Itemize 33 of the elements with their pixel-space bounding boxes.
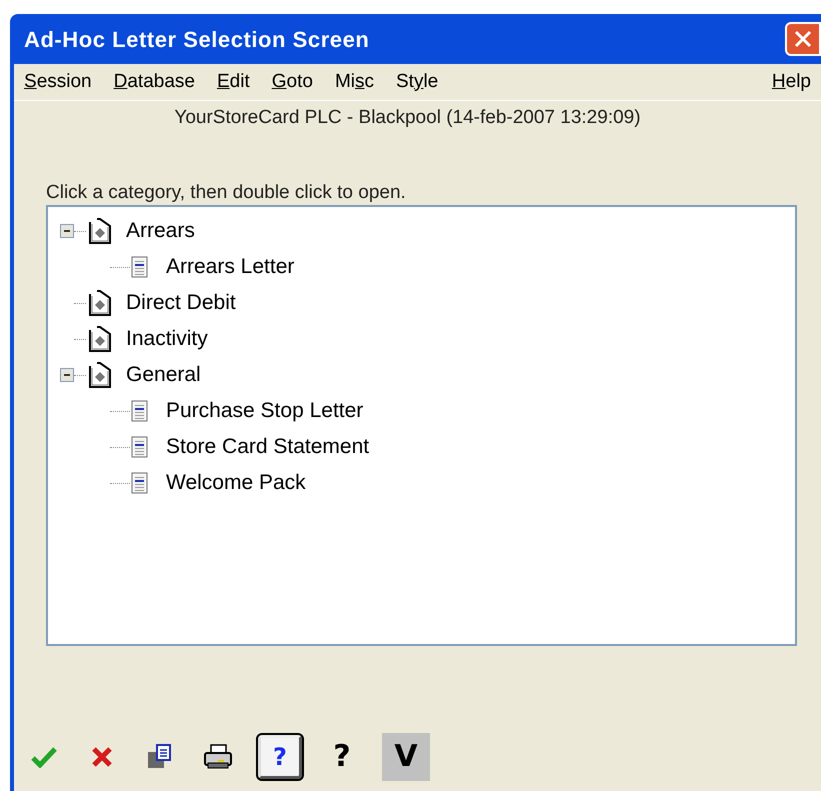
close-icon <box>91 746 113 768</box>
document-icon <box>130 399 150 423</box>
version-button[interactable]: V <box>382 733 430 781</box>
window-title: Ad-Hoc Letter Selection Screen <box>24 26 370 54</box>
category-item[interactable]: Inactivity <box>126 323 208 355</box>
printer-icon <box>202 743 234 771</box>
menu-item[interactable]: Edit <box>216 68 250 96</box>
menu-item[interactable]: Help <box>772 68 811 96</box>
document-icon <box>130 471 150 495</box>
question-button[interactable]: ? <box>324 739 360 775</box>
menu-item[interactable]: Session <box>24 68 92 96</box>
menu-item[interactable]: Misc <box>334 68 374 96</box>
menu-item[interactable]: Goto <box>272 68 313 96</box>
letter-item[interactable]: Welcome Pack <box>166 467 306 499</box>
menu-item[interactable]: Database <box>114 68 195 96</box>
header-text: YourStoreCard PLC - Blackpool (14-feb-2007 13:29:09) <box>174 106 642 130</box>
collapse-button[interactable] <box>60 368 74 382</box>
document-icon <box>130 255 150 279</box>
check-icon <box>31 746 57 768</box>
document-icon <box>130 435 150 459</box>
collapse-button[interactable] <box>60 224 74 238</box>
letter-item[interactable]: Arrears Letter <box>166 251 294 283</box>
close-button[interactable] <box>785 22 821 56</box>
menu-item[interactable]: Style <box>396 68 438 96</box>
close-icon <box>793 29 813 49</box>
category-item[interactable]: Arrears <box>126 215 195 247</box>
document-stack-icon <box>146 743 174 771</box>
category-item[interactable]: General <box>126 359 201 391</box>
letter-item[interactable]: Store Card Statement <box>166 431 370 463</box>
instruction-text: Click a category, then double click to open. <box>46 181 407 205</box>
category-item[interactable]: Direct Debit <box>126 287 236 319</box>
letter-item[interactable]: Purchase Stop Letter <box>166 395 364 427</box>
help-button[interactable]: ? <box>258 735 302 779</box>
